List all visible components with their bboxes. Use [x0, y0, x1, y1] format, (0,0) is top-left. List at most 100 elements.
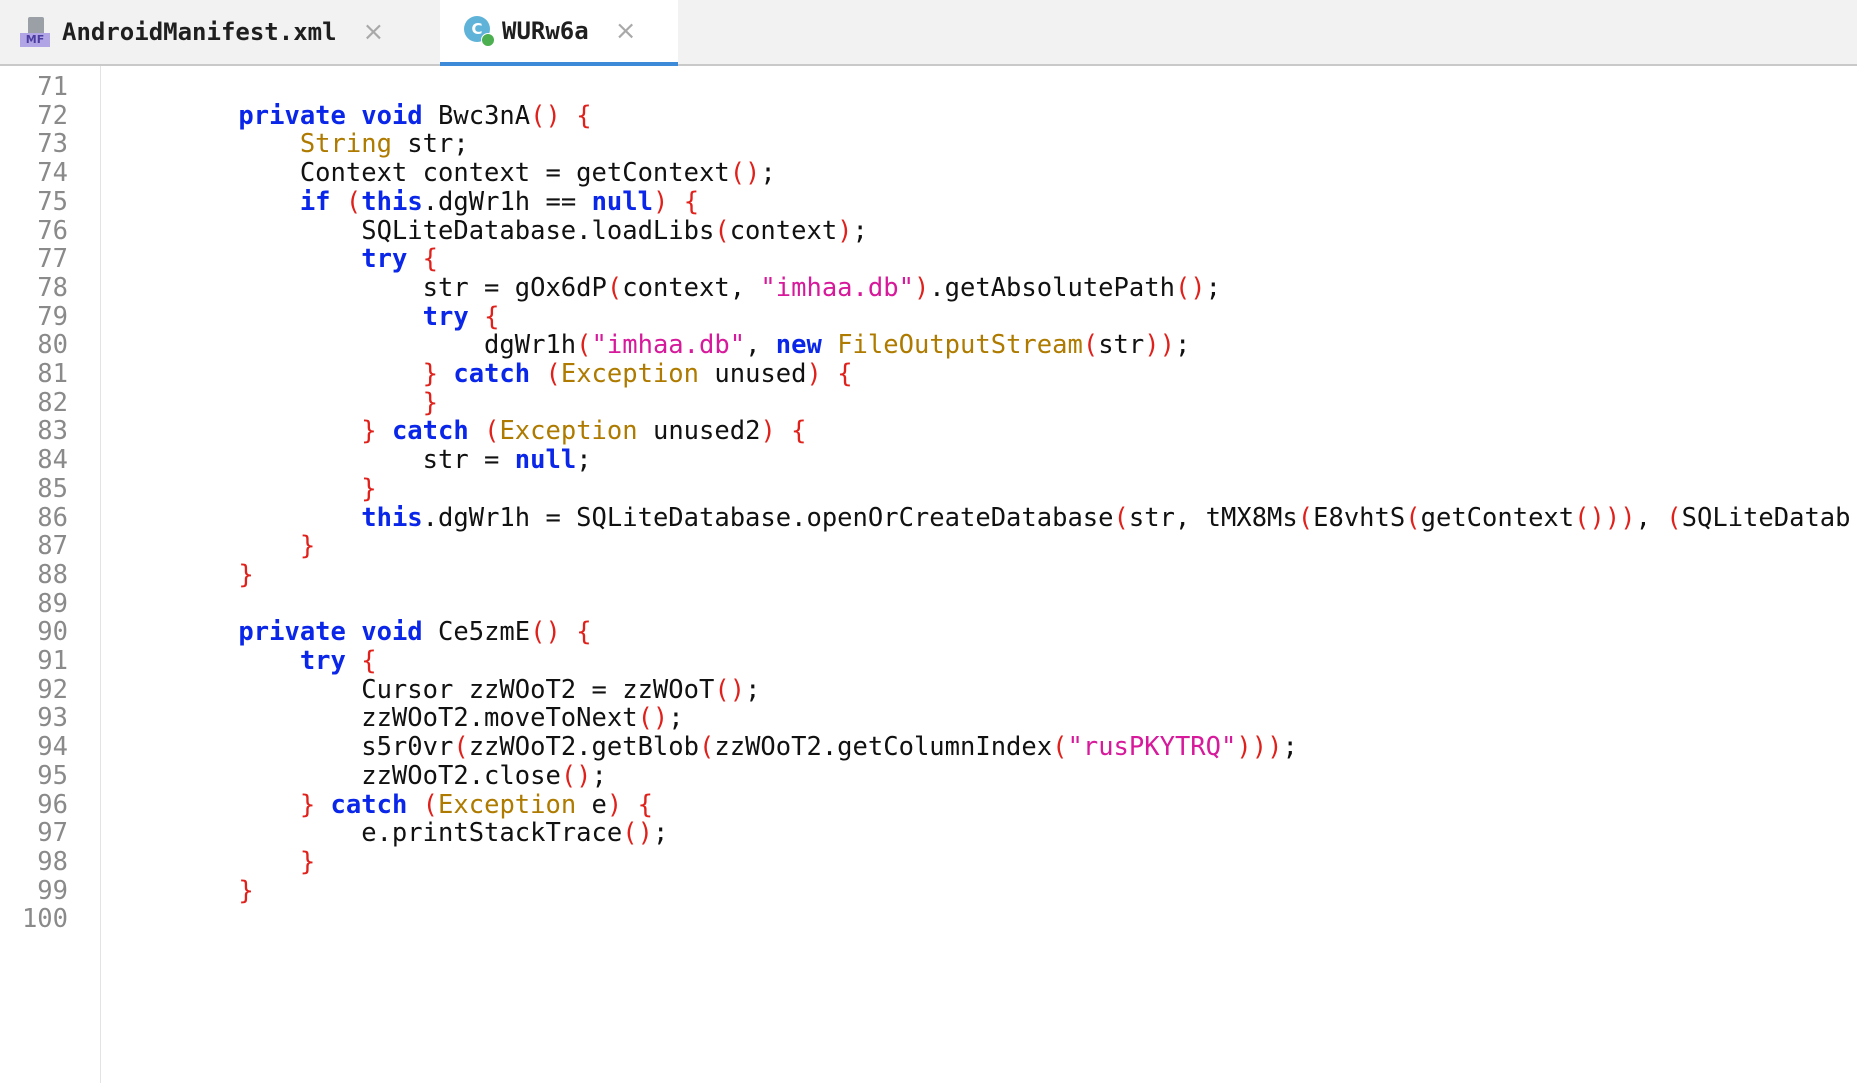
code-token: }	[238, 559, 254, 590]
code-token: getContext	[1420, 502, 1575, 533]
code-line[interactable]: 100	[0, 902, 1857, 936]
code-token: )	[913, 272, 930, 303]
code-token: ,	[1635, 502, 1667, 533]
code-token: dgWr1h	[177, 330, 577, 361]
code-token: try	[422, 301, 469, 332]
code-token: unused2	[637, 416, 761, 447]
code-token: ;	[1282, 732, 1298, 763]
code-token: .dgWr1h ==	[422, 186, 592, 217]
code-token: ()	[530, 100, 561, 131]
code-token: {	[683, 186, 700, 217]
code-token: {	[576, 100, 592, 131]
code-token: }	[422, 387, 438, 418]
code-token: zzWOoT2.getBlob	[468, 732, 699, 763]
code-token: String	[299, 129, 392, 160]
code-token: {	[422, 244, 439, 275]
code-token: )	[837, 215, 853, 246]
code-token: private	[238, 617, 346, 648]
code-token: )	[806, 359, 822, 389]
code-token: ()	[637, 703, 669, 734]
code-token: (	[714, 215, 730, 246]
code-token: this	[361, 186, 423, 217]
code-token: Cursor zzWOoT2 = zzWOoT	[177, 674, 715, 705]
code-token: catch	[391, 416, 469, 447]
close-icon[interactable]: ×	[363, 17, 385, 47]
code-token: e.printStackTrace	[177, 818, 623, 849]
code-token: (	[484, 416, 500, 447]
code-token: void	[361, 617, 423, 648]
code-token: str	[1098, 330, 1145, 361]
code-token: void	[361, 100, 423, 131]
class-file-icon: C	[464, 16, 495, 47]
tab-label: WURw6a	[502, 17, 589, 45]
code-token: {	[576, 617, 592, 648]
code-token: context,	[622, 272, 761, 303]
code-token: catch	[453, 359, 531, 389]
code-token: zzWOoT2.getColumnIndex	[714, 732, 1053, 763]
code-token: )))	[1236, 732, 1283, 763]
code-token: ;	[1174, 330, 1191, 361]
code-token: (	[1666, 502, 1682, 533]
code-token: ;	[852, 215, 868, 246]
code-token: }	[422, 359, 438, 389]
code-token: ;	[652, 818, 669, 849]
code-token: {	[484, 301, 500, 332]
tab-wurw6a[interactable]: C WURw6a ×	[440, 0, 678, 66]
code-token: ()))	[1574, 502, 1636, 533]
code-token: Exception	[438, 789, 577, 820]
code-token: ))	[1144, 330, 1175, 361]
code-token: zzWOoT2.moveToNext	[177, 703, 638, 734]
manifest-file-icon: MF	[20, 17, 50, 47]
code-token: }	[238, 875, 254, 906]
code-token: "imhaa.db"	[591, 330, 746, 361]
code-token: .getAbsolutePath	[929, 272, 1175, 303]
code-token: ;	[668, 703, 684, 734]
code-token: ;	[576, 445, 592, 476]
code-token: Exception	[499, 416, 638, 447]
code-token: "imhaa.db"	[760, 272, 914, 303]
code-token: ;	[591, 760, 607, 791]
code-token: Bwc3nA	[422, 100, 531, 131]
code-token: ()	[530, 617, 561, 648]
code-token: )	[760, 416, 776, 447]
editor-tab-bar: MF AndroidManifest.xml × C WURw6a ×	[0, 0, 1857, 66]
close-icon[interactable]: ×	[615, 16, 637, 46]
code-token: str = gOx6dP	[177, 272, 607, 303]
code-token: (	[606, 272, 623, 303]
code-token: .dgWr1h = SQLiteDatabase.openOrCreateDat…	[422, 502, 1114, 533]
code-token: (	[1052, 732, 1068, 763]
code-token: null	[514, 445, 577, 476]
code-token: if	[299, 186, 331, 217]
code-token: this	[361, 502, 423, 533]
code-token: ()	[729, 158, 761, 189]
code-token: s5r0vr	[177, 732, 454, 763]
code-token: }	[299, 789, 316, 820]
code-token: }	[299, 531, 316, 562]
code-editor[interactable]: 71 72 private void Bwc3nA() {73 String st…	[0, 66, 1857, 1083]
code-token: ()	[1174, 272, 1206, 303]
code-token: (	[1082, 330, 1099, 361]
code-token: )	[606, 789, 623, 820]
tab-android-manifest[interactable]: MF AndroidManifest.xml ×	[20, 0, 425, 64]
code-token: }	[361, 416, 377, 447]
manifest-icon-text: MF	[20, 33, 50, 47]
